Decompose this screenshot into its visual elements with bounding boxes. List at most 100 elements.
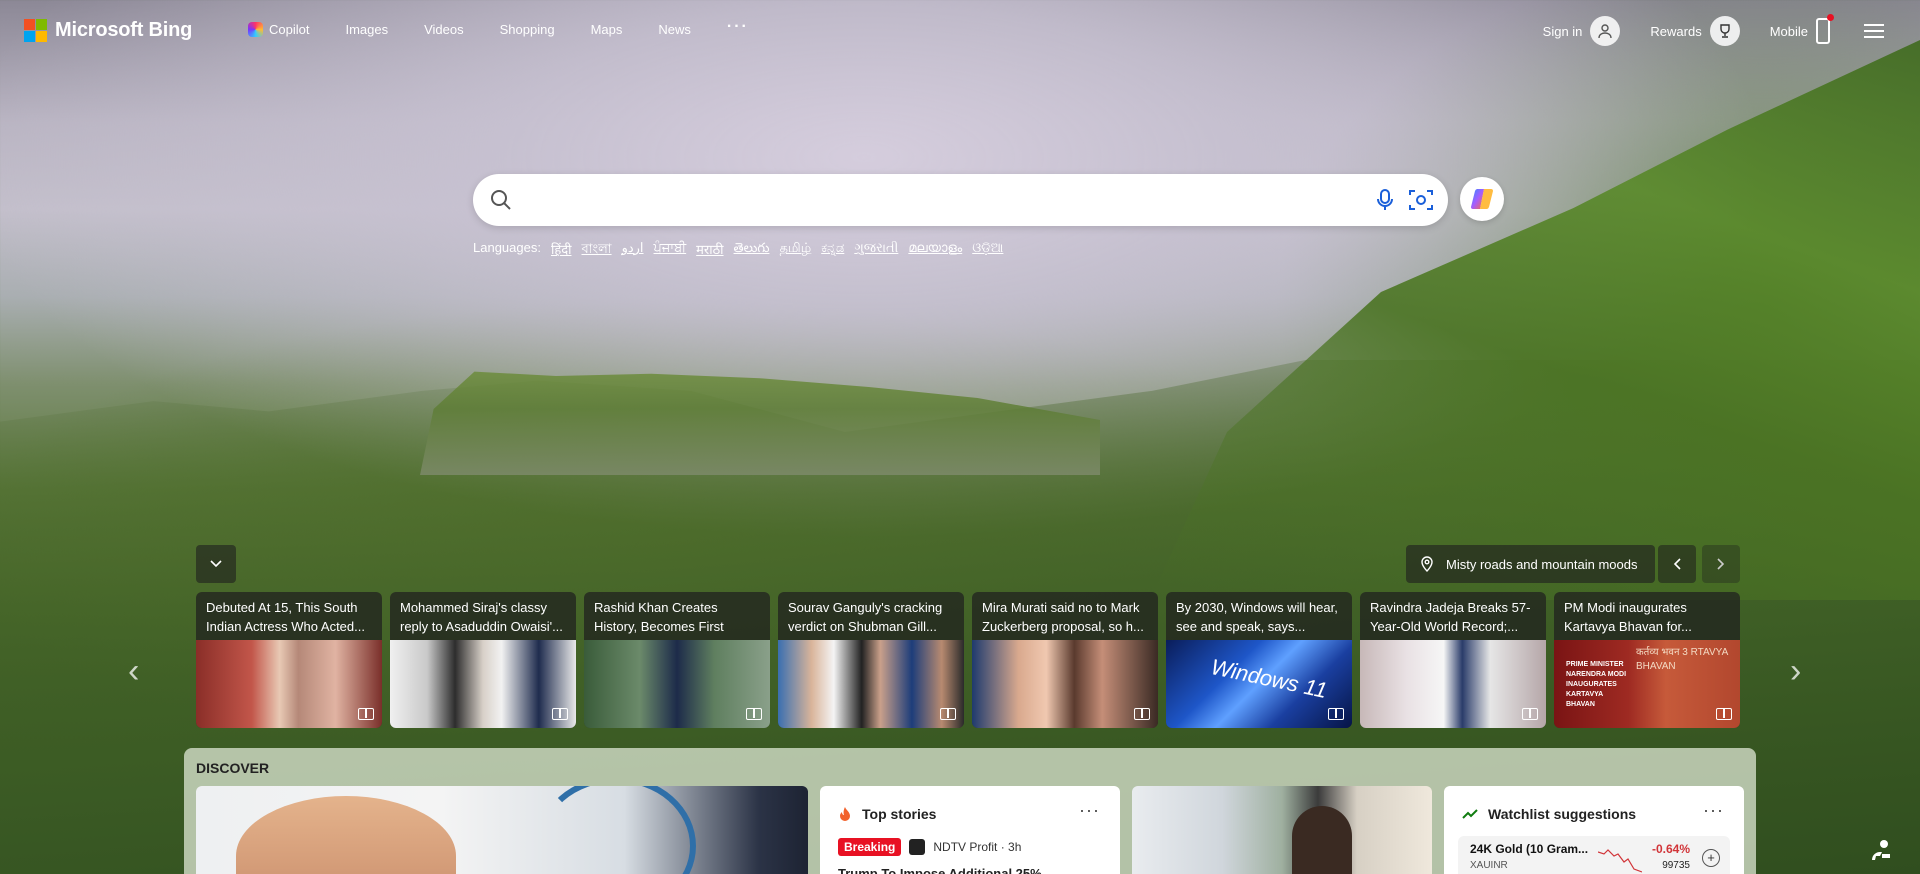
top-stories-header: Top stories [838,806,936,822]
news-card[interactable]: Mira Murati said no to Mark Zuckerberg p… [972,592,1158,728]
language-link[interactable]: मराठी [696,240,723,261]
story-headline[interactable]: Trump To Impose Additional 25% [838,866,1042,874]
flame-icon [840,807,850,821]
language-link[interactable]: ગુજરાતી [854,240,898,261]
language-link[interactable]: বাংলা [582,240,612,261]
watchlist-item[interactable]: 24K Gold (10 Gram... XAUINR -0.64% 99735… [1458,836,1730,874]
video-icon [940,708,956,720]
news-card-title: Mohammed Siraj's classy reply to Asadudd… [400,600,563,634]
language-link[interactable]: اردو [622,240,644,261]
watchlist-card[interactable]: Watchlist suggestions ··· 24K Gold (10 G… [1444,786,1744,874]
news-card-image [1360,640,1546,728]
stock-name: 24K Gold (10 Gram... [1470,842,1589,856]
previous-image-button[interactable] [1658,545,1696,583]
rewards-button[interactable]: Rewards [1650,16,1740,46]
news-card[interactable]: Debuted At 15, This South Indian Actress… [196,592,382,728]
publisher-logo-icon [909,839,926,855]
microphone-icon[interactable] [1373,188,1397,212]
trend-chart-icon [1462,809,1478,819]
nav-news[interactable]: News [658,22,691,37]
watchlist-header: Watchlist suggestions [1462,806,1636,822]
language-link[interactable]: ಕನ್ನಡ [821,240,844,261]
background-ridge [420,371,1100,475]
next-image-button[interactable] [1702,545,1740,583]
top-stories-title: Top stories [862,806,937,822]
copilot-search-button[interactable] [1460,177,1504,221]
featured-image-hand [236,796,456,874]
feedback-icon[interactable] [1870,838,1898,866]
featured-article-card[interactable] [196,786,808,874]
news-card-title: Rashid Khan Creates History, Becomes Fir… [594,600,724,640]
news-card[interactable]: Sourav Ganguly's cracking verdict on Shu… [778,592,964,728]
language-link[interactable]: ଓଡ଼ିଆ [972,240,1003,261]
copilot-logo-icon [1471,189,1493,209]
news-card-image [778,640,964,728]
collapse-feed-button[interactable] [196,545,236,583]
news-card[interactable]: Ravindra Jadeja Breaks 57-Year-Old World… [1360,592,1546,728]
discover-section: DISCOVER Top stories ··· Breaking NDTV P… [184,748,1756,874]
bing-logo[interactable]: Microsoft Bing [24,19,192,42]
carousel-prev-button[interactable]: ‹ [128,652,139,691]
location-pin-icon [1421,556,1433,572]
languages-label: Languages: [473,240,541,255]
video-icon [1134,708,1150,720]
rewards-label: Rewards [1650,23,1702,39]
add-to-watchlist-button[interactable]: + [1702,849,1720,867]
hamburger-menu-icon[interactable] [1864,24,1884,38]
nav-copilot[interactable]: Copilot [248,22,309,37]
featured-image-stethoscope [536,786,696,874]
news-card[interactable]: Mohammed Siraj's classy reply to Asadudd… [390,592,576,728]
search-icon[interactable] [489,188,513,212]
copilot-icon [248,22,263,37]
discover-label: DISCOVER [196,760,270,776]
main-nav: Copilot Images Videos Shopping Maps News… [248,18,785,37]
card-overlay-text: PRIME MINISTER NARENDRA MODI INAUGURATES… [1566,661,1627,708]
news-card[interactable]: PM Modi inaugurates Kartavya Bhavan for.… [1554,592,1740,728]
video-icon [552,708,568,720]
story-source: NDTV Profit · 3h [933,840,1022,854]
caption-text: Misty roads and mountain moods [1446,556,1638,572]
news-card[interactable]: By 2030, Windows will hear, see and spea… [1166,592,1352,728]
nav-more-button[interactable]: ··· [727,18,749,36]
mobile-button[interactable]: Mobile [1770,14,1834,44]
story-meta: Breaking NDTV Profit · 3h [838,838,1021,856]
news-card-title: Debuted At 15, This South Indian Actress… [206,600,365,634]
nav-maps[interactable]: Maps [591,22,623,37]
news-carousel: Debuted At 15, This South Indian Actress… [196,592,1740,728]
carousel-next-button[interactable]: › [1790,652,1801,691]
visual-search-icon[interactable] [1408,188,1434,212]
more-options-button[interactable]: ··· [1079,800,1100,821]
search-input[interactable] [533,184,1313,216]
language-link[interactable]: தமிழ் [779,240,811,261]
image-caption[interactable]: Misty roads and mountain moods [1406,545,1656,583]
more-options-button[interactable]: ··· [1703,800,1724,821]
language-link[interactable]: తెలుగు [734,240,770,261]
nav-label: Copilot [269,22,310,37]
lifestyle-article-card[interactable] [1132,786,1432,874]
language-link[interactable]: ਪੰਜਾਬੀ [654,240,687,261]
video-icon [1522,708,1538,720]
background-cliff [1150,40,1920,600]
news-card[interactable]: Rashid Khan Creates History, Becomes Fir… [584,592,770,728]
language-link[interactable]: മലയാളം [908,240,962,261]
news-card-image [390,640,576,728]
top-stories-card[interactable]: Top stories ··· Breaking NDTV Profit · 3… [820,786,1120,874]
sign-in-button[interactable]: Sign in [1543,16,1621,46]
stock-change: -0.64% [1651,842,1690,856]
account-nav: Sign in Rewards Mobile [1513,14,1884,46]
nav-images[interactable]: Images [345,22,388,37]
video-icon [1328,708,1344,720]
nav-shopping[interactable]: Shopping [500,22,555,37]
sign-in-label: Sign in [1542,23,1583,39]
video-icon [1716,708,1732,720]
nav-videos[interactable]: Videos [424,22,464,37]
language-links: Languages: हिंदी বাংলা اردو ਪੰਜਾਬੀ मराठी… [473,240,1003,261]
video-icon [746,708,762,720]
news-card-title: By 2030, Windows will hear, see and spea… [1176,600,1338,634]
language-link[interactable]: हिंदी [551,240,572,261]
stock-symbol: XAUINR [1470,860,1508,871]
news-card-image [584,640,770,728]
phone-icon [1816,14,1834,44]
breaking-badge: Breaking [838,838,902,856]
search-box [473,174,1448,226]
